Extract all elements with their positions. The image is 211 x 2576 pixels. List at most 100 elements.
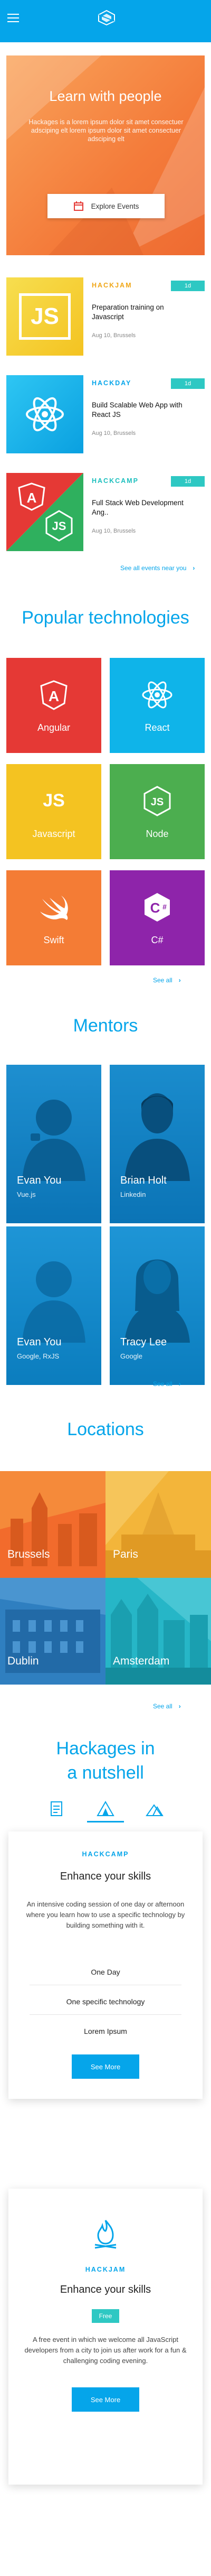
mentors-title: Mentors	[73, 1016, 138, 1036]
mentor-subtitle: Google, RxJS	[17, 1352, 60, 1360]
tech-label: C#	[151, 935, 164, 945]
hackages-logo-icon[interactable]	[98, 10, 116, 25]
svg-text:JS: JS	[52, 519, 66, 533]
event-meta: Aug 10, Brussels	[92, 332, 136, 339]
location-tile-amsterdam[interactable]: Amsterdam	[106, 1578, 211, 1685]
mentor-photo	[124, 1093, 190, 1181]
mentor-photo	[22, 1261, 85, 1343]
hero-description: Hackages is a lorem ipsum dolor sit amet…	[28, 118, 184, 143]
event-meta: Aug 10, Brussels	[92, 528, 136, 534]
event-title: Preparation training on Javascript	[92, 303, 164, 321]
chevron-right-icon: ›	[178, 1380, 181, 1388]
mentor-photo	[22, 1100, 85, 1181]
mentor-subtitle: Linkedin	[120, 1191, 146, 1198]
tech-tile-swift[interactable]: Swift	[6, 870, 101, 965]
see-all-events-label: See all events near you	[120, 564, 187, 572]
tech-label: Javascript	[32, 829, 75, 839]
event-thumbnail	[6, 375, 83, 453]
event-title: Full Stack Web Development Ang..	[92, 499, 184, 516]
svg-text:#: #	[162, 903, 167, 911]
svg-text:JS: JS	[151, 796, 164, 808]
see-all-technologies-link[interactable]: See all ›	[153, 977, 181, 984]
event-card[interactable]: A JS HACKCAMP 1d Full Stack Web Developm…	[6, 473, 205, 551]
nutshell-card-hackcamp: HACKCAMP Enhance your skills An intensiv…	[8, 1831, 203, 2099]
javascript-icon: JS	[19, 293, 71, 340]
tech-tile-csharp[interactable]: C # C#	[110, 870, 205, 965]
see-all-mentors-link[interactable]: See all ›	[153, 1380, 181, 1388]
tech-label: Angular	[37, 722, 71, 733]
card-category: HACKJAM	[85, 2266, 126, 2273]
explore-events-label: Explore Events	[91, 202, 139, 210]
see-more-button[interactable]: See More	[72, 2387, 139, 2412]
mentor-photo	[124, 1259, 190, 1343]
document-icon[interactable]	[47, 1800, 65, 1818]
tech-tile-react[interactable]: React	[110, 658, 205, 753]
explore-events-button[interactable]: Explore Events	[47, 194, 165, 218]
react-icon	[142, 681, 172, 709]
card-feature: One Day	[91, 1968, 120, 1976]
see-all-label: See all	[153, 1703, 172, 1710]
nutshell-title-line2: a nutshell	[67, 1763, 144, 1783]
event-duration-badge: 1d	[171, 281, 205, 291]
mentor-card[interactable]: Brian Holt Linkedin	[110, 1065, 205, 1223]
event-card[interactable]: HACKDAY 1d Build Scalable Web App with R…	[6, 375, 205, 453]
mentor-name: Brian Holt	[120, 1175, 167, 1186]
location-tile-paris[interactable]: Paris	[106, 1471, 211, 1578]
event-category: HACKCAMP	[92, 477, 139, 485]
mentor-card[interactable]: Evan You Google, RxJS	[6, 1226, 101, 1385]
card-description: A free event in which we welcome all Jav…	[24, 2336, 187, 2365]
csharp-icon: C #	[145, 893, 170, 922]
nutshell-title-line1: Hackages in	[56, 1738, 155, 1759]
tech-tile-javascript[interactable]: JS Javascript	[6, 764, 101, 859]
event-category: HACKJAM	[92, 282, 132, 289]
calendar-icon	[73, 201, 83, 211]
event-duration-badge: 1d	[171, 476, 205, 487]
mountain-icon[interactable]	[146, 1800, 164, 1818]
see-all-locations-link[interactable]: See all ›	[153, 1703, 181, 1710]
event-duration-badge: 1d	[171, 378, 205, 389]
mentor-name: Evan You	[17, 1175, 62, 1186]
swift-icon	[40, 896, 68, 920]
event-category: HACKDAY	[92, 379, 132, 387]
tent-icon[interactable]	[97, 1800, 114, 1818]
location-name: Paris	[113, 1548, 138, 1560]
chevron-right-icon: ›	[178, 1703, 181, 1710]
event-thumbnail: JS	[6, 277, 83, 356]
mentor-card[interactable]: Tracy Lee Google	[110, 1226, 205, 1385]
location-name: Amsterdam	[113, 1655, 170, 1667]
hamburger-icon[interactable]	[7, 14, 19, 23]
tech-label: React	[145, 722, 170, 733]
location-name: Brussels	[7, 1548, 50, 1560]
card-description: An intensive coding session of one day o…	[26, 1900, 185, 1929]
technologies-title: Popular technologies	[22, 608, 189, 628]
card-heading: Enhance your skills	[60, 1871, 151, 1882]
chevron-right-icon: ›	[193, 564, 195, 572]
tech-tile-angular[interactable]: A Angular	[6, 658, 101, 753]
mentor-card[interactable]: Evan You Vue.js	[6, 1065, 101, 1223]
card-feature: One specific technology	[66, 1997, 145, 2006]
see-all-events-link[interactable]: See all events near you ›	[120, 564, 195, 572]
tech-label: Swift	[43, 935, 64, 945]
card-heading: Enhance your skills	[60, 2284, 151, 2295]
location-name: Dublin	[7, 1655, 39, 1667]
tech-tile-node[interactable]: JS Node	[110, 764, 205, 859]
location-tile-dublin[interactable]: Dublin	[0, 1578, 106, 1685]
svg-text:C: C	[150, 900, 160, 916]
locations-title: Locations	[67, 1419, 144, 1439]
angular-icon: A	[40, 680, 68, 710]
event-thumbnail: A JS	[6, 473, 83, 551]
hero-title: Learn with people	[49, 88, 162, 104]
event-meta: Aug 10, Brussels	[92, 430, 136, 436]
event-card[interactable]: JS HACKJAM 1d Preparation training on Ja…	[6, 277, 205, 356]
location-tile-brussels[interactable]: Brussels	[0, 1471, 106, 1578]
active-tab-indicator	[87, 1821, 124, 1822]
mentor-name: Evan You	[17, 1336, 62, 1348]
see-all-label: See all	[153, 977, 172, 984]
nutshell-card-hackjam: HACKJAM Enhance your skills Free A free …	[8, 2189, 203, 2485]
react-icon	[26, 397, 64, 432]
node-icon: JS	[143, 786, 171, 816]
tech-label: Node	[146, 829, 169, 839]
see-more-button[interactable]: See More	[72, 2054, 139, 2079]
see-all-label: See all	[153, 1380, 172, 1388]
mentor-subtitle: Vue.js	[17, 1191, 36, 1198]
